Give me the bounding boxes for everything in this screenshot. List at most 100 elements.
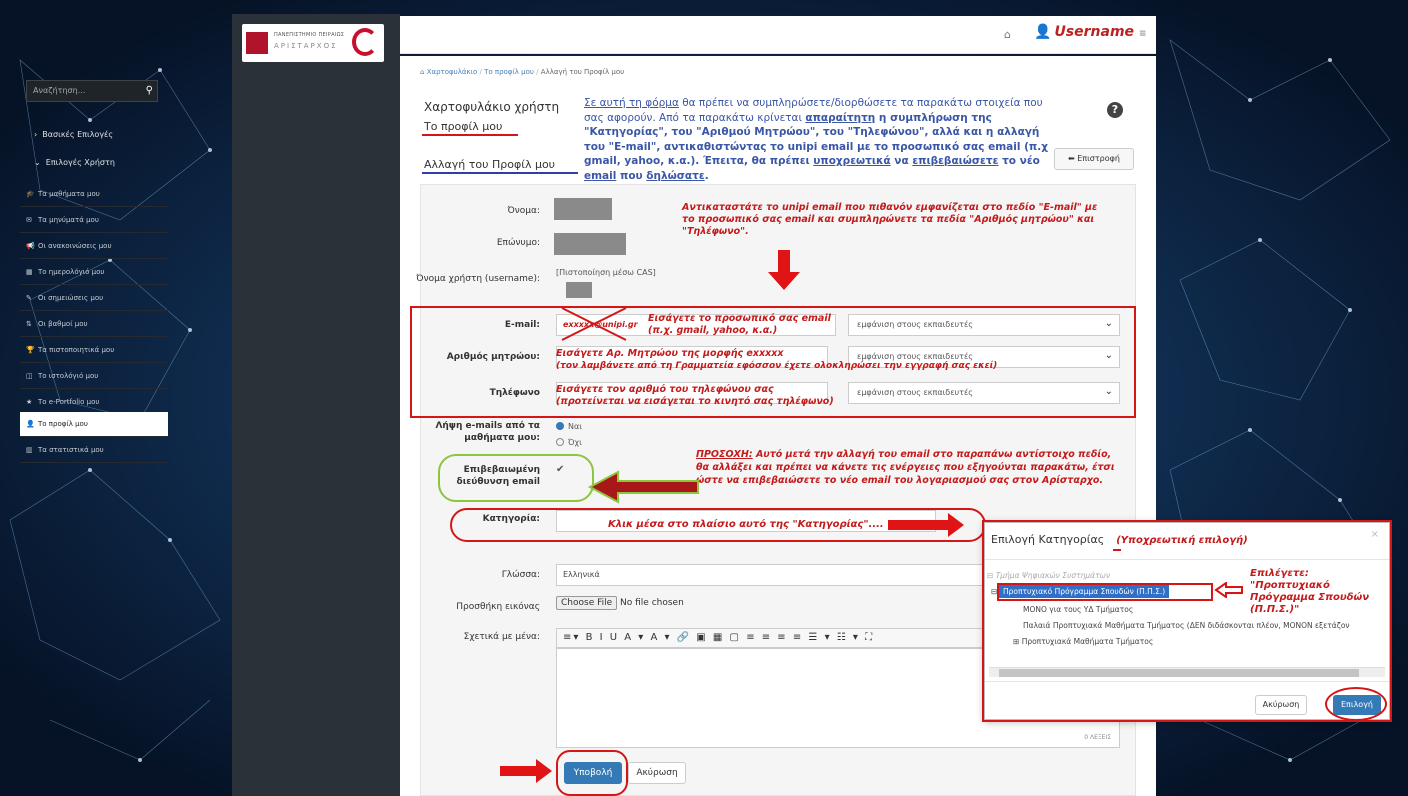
email-hint-line1: Εισάγετε το προσωπικό σας email bbox=[648, 313, 831, 324]
receive-emails-label: Λήψη e-mails από τα μαθήματα μου: bbox=[435, 421, 540, 443]
sidebar-item-profile[interactable]: 👤 Το προφίλ μου bbox=[20, 412, 168, 437]
radio-yes[interactable]: Ναι bbox=[556, 422, 582, 431]
breadcrumb-current: Αλλαγή του Προφίλ μου bbox=[540, 68, 625, 76]
radio-no[interactable]: Όχι bbox=[556, 438, 582, 447]
help-icon[interactable]: ? bbox=[1107, 102, 1123, 118]
user-icon: 👤 bbox=[1034, 24, 1052, 40]
sidebar-item-label: Το e-Portfolio μου bbox=[38, 398, 100, 406]
calendar-icon: ▦ bbox=[26, 268, 33, 276]
sidebar-item-label: Τα στατιστικά μου bbox=[38, 446, 104, 454]
home-icon[interactable]: ⌂ bbox=[1004, 28, 1011, 41]
radio-no-label: Όχι bbox=[568, 438, 582, 447]
cross-out-mark bbox=[561, 307, 627, 341]
right-arrow-annotation bbox=[888, 513, 964, 537]
search-icon[interactable]: ⚲ bbox=[146, 85, 153, 96]
breadcrumb-home[interactable]: Χαρτοφυλάκιο bbox=[427, 68, 478, 76]
editor-toolbar-buttons[interactable]: ≡▾ B I U A ▾ A ▾ 🔗 ▣ ▦ ▢ ≡ ≡ ≡ ≡ ☰ ▾ ☷ ▾… bbox=[563, 632, 874, 643]
file-input[interactable]: Choose File No file chosen bbox=[556, 596, 684, 610]
username-redacted bbox=[566, 282, 592, 298]
about-label: Σχετικά με μένα: bbox=[463, 632, 540, 642]
logo-line1: ΠΑΝΕΠΙΣΤΗΜΙΟ ΠΕΙΡΑΙΩΣ bbox=[274, 32, 345, 38]
submit-highlight bbox=[556, 750, 628, 796]
back-button[interactable]: ⬅ Επιστροφή bbox=[1054, 148, 1134, 170]
chevron-right-icon: › bbox=[34, 130, 38, 139]
annotation-choose: Επιλέγετε: "Προπτυχιακό Πρόγραμμα Σπουδώ… bbox=[1250, 568, 1370, 615]
chart-icon: ▥ bbox=[26, 446, 33, 454]
sidebar-item-announcements[interactable]: 📢 Οι ανακοινώσεις μου bbox=[20, 234, 168, 259]
graduation-cap-icon: 🎓 bbox=[26, 190, 35, 198]
username-value: [Πιστοποίηση μέσω CAS] bbox=[556, 268, 656, 277]
annotation-attention: ΠΡΟΣΟΧΗ: Αυτό μετά την αλλαγή του email … bbox=[696, 448, 1120, 487]
intro-strong: απαραίτητη bbox=[805, 111, 876, 124]
choose-file-button[interactable]: Choose File bbox=[556, 596, 618, 610]
logo-swoosh-icon bbox=[352, 28, 378, 56]
user-icon: 👤 bbox=[26, 420, 35, 428]
user-menu[interactable]: 👤 Username ≡ bbox=[1034, 24, 1146, 40]
radio-unchecked-icon bbox=[556, 438, 564, 446]
language-value: Ελληνικά bbox=[563, 570, 600, 579]
back-button-label: Επιστροφή bbox=[1077, 154, 1121, 163]
annotation-phone-hint: Εισάγετε τον αριθμό του τηλεφώνου σας (πρ… bbox=[556, 384, 856, 408]
sidebar-item-messages[interactable]: ✉ Τα μηνύματά μου bbox=[20, 208, 168, 233]
logo-line2: ΑΡΙΣΤΑΡΧΟΣ bbox=[274, 42, 338, 50]
name-label: Όνομα: bbox=[507, 206, 540, 216]
sidebar-item-label: Οι ανακοινώσεις μου bbox=[38, 242, 112, 250]
sidebar-search-input[interactable]: Αναζήτηση... ⚲ bbox=[26, 80, 158, 102]
intro-strong: δηλώσατε bbox=[646, 169, 705, 182]
breadcrumb-sep: / bbox=[479, 68, 482, 76]
intro-text-part: που bbox=[616, 169, 647, 182]
email-hint-line2: (π.χ. gmail, yahoo, κ.α.) bbox=[648, 325, 778, 336]
intro-text-part: να bbox=[890, 155, 913, 167]
annotation-email-hint: Εισάγετε το προσωπικό σας email (π.χ. gma… bbox=[648, 313, 858, 337]
sidebar-item-certificates[interactable]: 🏆 Τα πιστοποιητικά μου bbox=[20, 338, 168, 363]
sidebar-section-user[interactable]: ⌄ Επιλογές Χρήστη bbox=[26, 150, 168, 175]
sidebar-item-notes[interactable]: ✎ Οι σημειώσεις μου bbox=[20, 286, 168, 311]
search-placeholder: Αναζήτηση... bbox=[33, 86, 86, 95]
home-icon: ⌂ bbox=[420, 68, 425, 76]
menu-icon: ≡ bbox=[1138, 29, 1147, 39]
sidebar-item-grades[interactable]: ⇅ Οι βαθμοί μου bbox=[20, 312, 168, 337]
sidebar-item-blog[interactable]: ◫ Το ιστολόγιό μου bbox=[20, 364, 168, 389]
intro-strong: υποχρεωτικά bbox=[813, 155, 891, 167]
sidebar-item-label: Το ημερολόγιό μου bbox=[38, 268, 105, 276]
bullhorn-icon: 📢 bbox=[26, 242, 35, 250]
breadcrumb-sep: / bbox=[536, 68, 539, 76]
radio-yes-label: Ναι bbox=[568, 422, 582, 431]
intro-link-form: Σε αυτή τη φόρμα bbox=[584, 97, 679, 109]
sidebar: ΠΑΝΕΠΙΣΤΗΜΙΟ ΠΕΙΡΑΙΩΣ ΑΡΙΣΤΑΡΧΟΣ bbox=[232, 14, 400, 796]
annotation-replace-email: Αντικαταστάτε το unipi email που πιθανόν… bbox=[682, 202, 1098, 237]
sidebar-item-courses[interactable]: 🎓 Τα μαθήματα μου bbox=[20, 182, 168, 207]
intro-strong: email bbox=[584, 169, 617, 182]
sort-icon: ⇅ bbox=[26, 320, 32, 328]
language-label: Γλώσσα: bbox=[501, 570, 540, 580]
attention-lead: ΠΡΟΣΟΧΗ: bbox=[696, 449, 753, 460]
crest-icon bbox=[246, 32, 268, 54]
am-hint-line1: Εισάγετε Αρ. Μητρώου της μορφής exxxxx bbox=[556, 348, 784, 359]
page-header-title: Χαρτοφυλάκιο χρήστη bbox=[424, 100, 560, 114]
modal-highlight bbox=[982, 520, 1392, 722]
name-value-redacted bbox=[554, 198, 612, 220]
sidebar-item-calendar[interactable]: ▦ Το ημερολόγιό μου bbox=[20, 260, 168, 285]
sidebar-section-basic[interactable]: › Βασικές Επιλογές bbox=[26, 122, 168, 147]
edit-icon: ✎ bbox=[26, 294, 32, 302]
columns-icon: ◫ bbox=[26, 372, 33, 380]
university-logo[interactable]: ΠΑΝΕΠΙΣΤΗΜΙΟ ΠΕΙΡΑΙΩΣ ΑΡΙΣΤΑΡΧΟΣ bbox=[242, 24, 384, 62]
top-bar: ⌂ 👤 Username ≡ bbox=[400, 16, 1156, 54]
intro-text: Σε αυτή τη φόρμα θα πρέπει να συμπληρώσε… bbox=[584, 96, 1054, 183]
cancel-button[interactable]: Ακύρωση bbox=[628, 762, 686, 784]
sidebar-item-statistics[interactable]: ▥ Τα στατιστικά μου bbox=[20, 438, 168, 463]
sidebar-item-label: Το ιστολόγιό μου bbox=[38, 372, 99, 380]
surname-value-redacted bbox=[554, 233, 626, 255]
breadcrumb-profile[interactable]: Το προφίλ μου bbox=[484, 68, 534, 76]
sidebar-item-label: Τα μαθήματα μου bbox=[38, 190, 100, 198]
left-arrow-outline-annotation bbox=[1214, 582, 1243, 598]
left-arrow-annotation bbox=[588, 470, 699, 504]
phone-hint-line2: (προτείνεται να εισάγεται το κινητό σας … bbox=[556, 396, 834, 407]
language-select[interactable]: Ελληνικά bbox=[556, 564, 984, 586]
annotation-click-category: Κλικ μέσα στο πλαίσιο αυτό της "Κατηγορί… bbox=[608, 519, 884, 530]
underline-annotation bbox=[422, 134, 518, 136]
attention-body: Αυτό μετά την αλλαγή του email στο παραπ… bbox=[696, 449, 1115, 486]
surname-label: Επώνυμο: bbox=[496, 238, 540, 248]
image-label: Προσθήκη εικόνας bbox=[456, 602, 540, 612]
section-basic-label: Βασικές Επιλογές bbox=[42, 130, 114, 139]
